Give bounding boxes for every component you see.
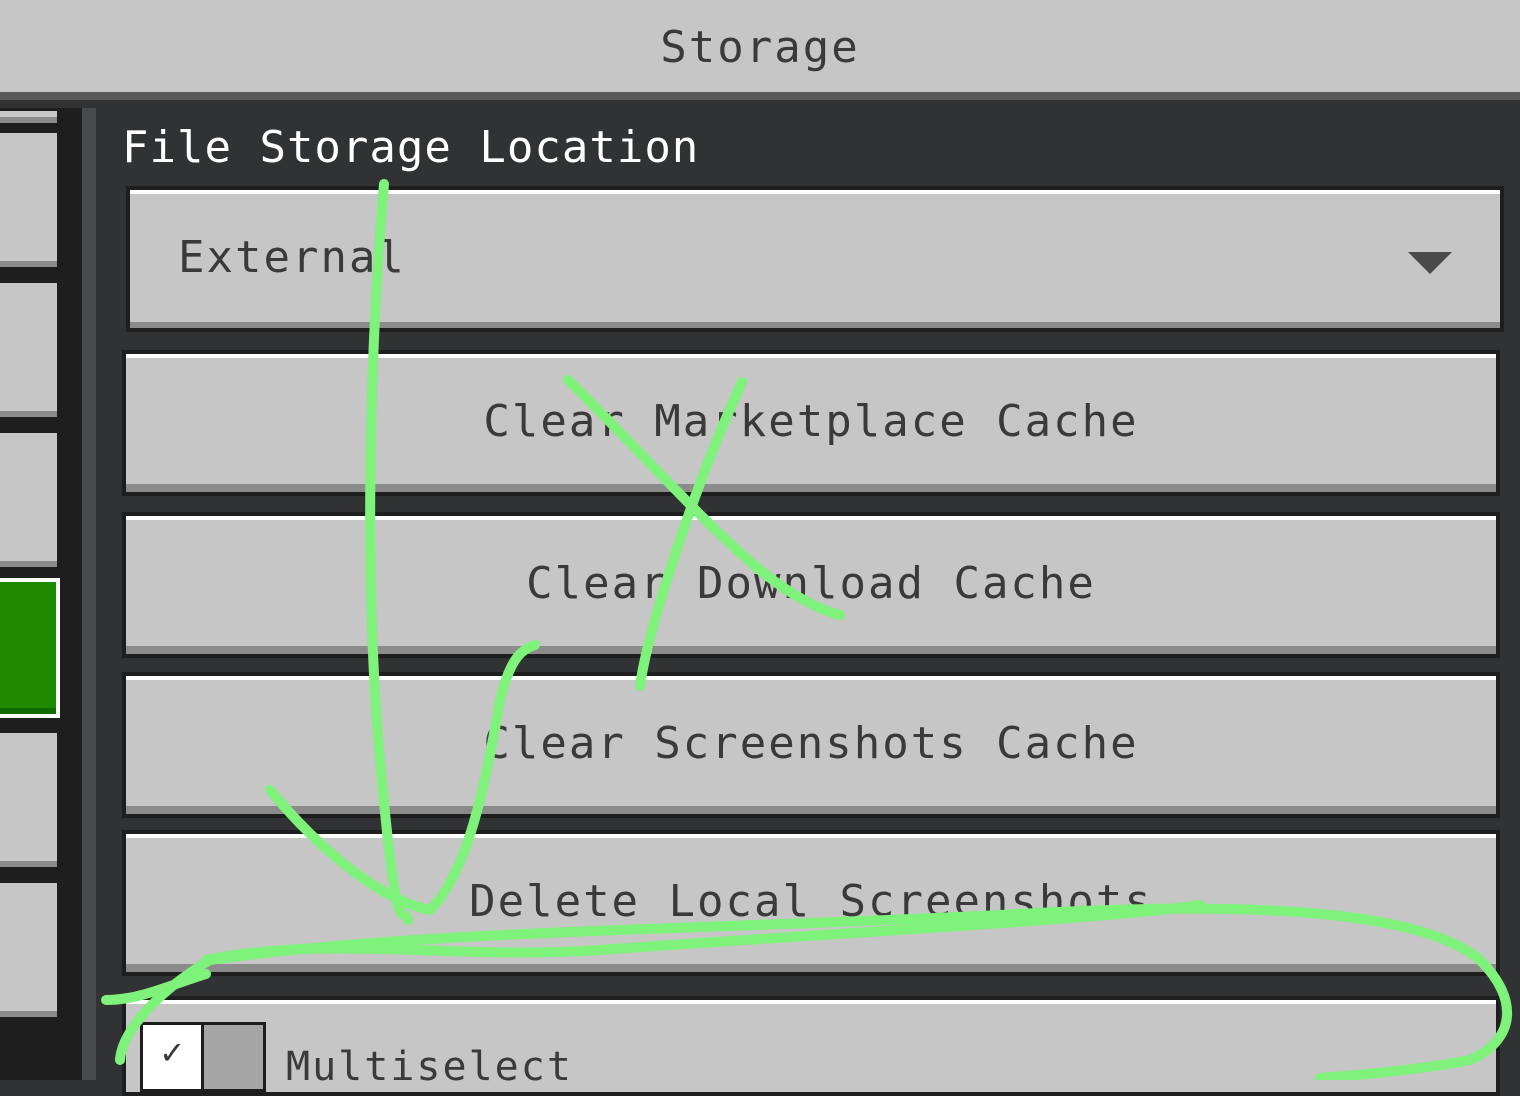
settings-sidebar <box>0 108 82 1080</box>
sidebar-tile[interactable] <box>0 430 60 570</box>
clear-screenshots-cache-button[interactable]: Clear Screenshots Cache <box>122 672 1500 818</box>
chevron-down-icon <box>1408 252 1452 274</box>
multiselect-label: Multiselect <box>286 1044 573 1090</box>
sidebar-tile[interactable] <box>0 880 60 1020</box>
sidebar-tile-storage-active[interactable] <box>0 578 60 718</box>
clear-marketplace-cache-button[interactable]: Clear Marketplace Cache <box>122 350 1500 496</box>
page-title: Storage <box>660 22 860 73</box>
top-bar: Storage <box>0 0 1520 100</box>
toggle-off-segment <box>204 1025 263 1089</box>
sidebar-tile[interactable] <box>0 730 60 870</box>
file-storage-location-label: File Storage Location <box>122 122 700 173</box>
multiselect-toggle[interactable]: ✓ <box>140 1022 266 1092</box>
panel-divider <box>82 108 96 1080</box>
delete-local-screenshots-button[interactable]: Delete Local Screenshots <box>122 830 1500 976</box>
dropdown-selected-value: External <box>178 232 406 283</box>
sidebar-tile[interactable] <box>0 130 60 270</box>
multiselect-row[interactable]: ✓ Multiselect <box>122 996 1500 1096</box>
checkmark-icon: ✓ <box>143 1025 201 1089</box>
sidebar-tile-partial[interactable] <box>0 108 60 126</box>
storage-location-dropdown[interactable]: External <box>126 186 1504 332</box>
sidebar-tile[interactable] <box>0 280 60 420</box>
clear-download-cache-button[interactable]: Clear Download Cache <box>122 512 1500 658</box>
